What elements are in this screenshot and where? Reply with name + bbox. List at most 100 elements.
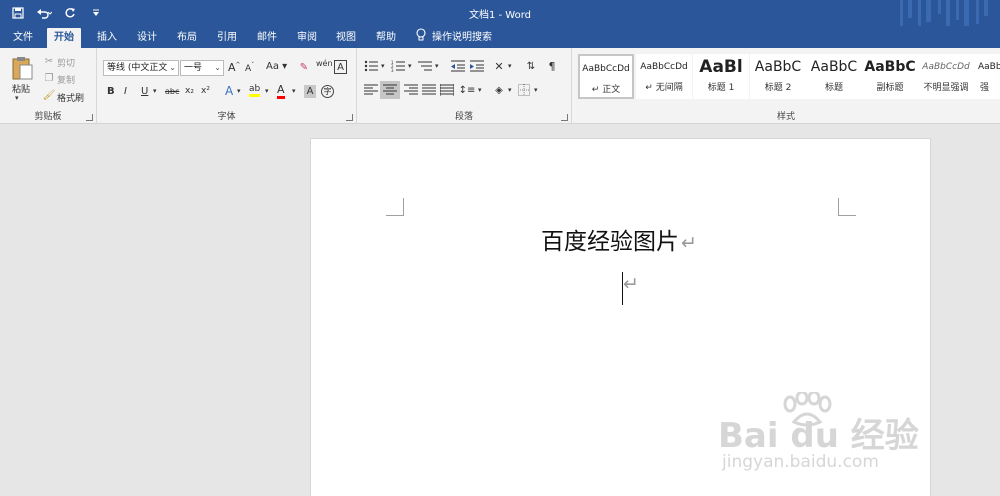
font-size-value: 一号: [184, 63, 203, 73]
asian-layout-dropdown-icon[interactable]: ▾: [508, 62, 512, 70]
copy-button[interactable]: 复制: [57, 73, 75, 86]
font-color-dropdown-icon[interactable]: ▾: [292, 87, 296, 95]
subscript-button[interactable]: x₂: [185, 86, 194, 96]
font-size-select[interactable]: 一号 ⌄: [180, 60, 224, 76]
align-center-icon[interactable]: [380, 81, 400, 99]
style-name: 副标题: [876, 83, 904, 93]
numbering-icon[interactable]: 123: [390, 59, 406, 73]
text-effects-dropdown-icon[interactable]: ▾: [237, 87, 241, 95]
shading-dropdown-icon[interactable]: ▾: [508, 86, 512, 94]
watermark-url: jingyan.baidu.com: [722, 452, 879, 472]
change-case-button[interactable]: Aa ▾: [266, 61, 287, 72]
shading-icon[interactable]: ◈: [491, 82, 507, 98]
numbering-dropdown-icon[interactable]: ▾: [408, 62, 412, 70]
tab-help[interactable]: 帮助: [369, 28, 403, 48]
style-emphasis[interactable]: AaBb 强: [974, 54, 1000, 99]
document-heading[interactable]: 百度经验图片 ↵: [541, 222, 697, 256]
style-subtitle[interactable]: AaBbC 副标题: [862, 54, 918, 99]
style-title[interactable]: AaBbC 标题: [806, 54, 862, 99]
superscript-button[interactable]: x²: [201, 86, 210, 96]
style-no-spacing[interactable]: AaBbCcDd ↵ 无间隔: [636, 54, 692, 99]
character-shading-button[interactable]: A: [304, 85, 316, 98]
style-preview: AaBbC: [810, 59, 858, 75]
style-name: ↵ 无间隔: [645, 83, 683, 93]
increase-indent-icon[interactable]: [469, 59, 485, 73]
multilevel-list-icon[interactable]: [417, 59, 433, 73]
tell-me-label: 操作说明搜索: [432, 32, 492, 43]
line-spacing-icon[interactable]: ↕≡: [459, 82, 476, 98]
grow-font-button[interactable]: A^: [228, 61, 241, 74]
font-group: 等线 (中文正文 ⌄ 一号 ⌄ A^ Aˇ Aa ▾ ✎ wén A B I U…: [97, 48, 357, 124]
paragraph-group: ▾ 123 ▾ ▾ ✕ ▾ ⇅ ¶ ↕≡ ▾ ◈ ▾ ▾ 段落: [357, 48, 572, 124]
lightbulb-icon: [416, 27, 426, 49]
copy-icon: ❐: [44, 72, 54, 84]
tell-me-search[interactable]: 操作说明搜索: [409, 27, 499, 49]
font-color-button[interactable]: A: [277, 83, 285, 99]
style-name: 标题: [824, 83, 843, 93]
italic-button[interactable]: I: [124, 86, 127, 97]
watermark-brand: Bai du 经验: [718, 416, 919, 456]
clipboard-launcher-icon[interactable]: [86, 114, 93, 121]
phonetic-guide-button[interactable]: wén: [316, 59, 333, 68]
paragraph-mark: ↵: [623, 273, 639, 295]
clipboard-group-label: 剪贴板: [34, 112, 62, 122]
paragraph-launcher-icon[interactable]: [561, 114, 568, 121]
clear-formatting-icon[interactable]: ✎: [297, 60, 311, 74]
format-painter-icon: 🖌: [42, 89, 56, 101]
distributed-icon[interactable]: [439, 83, 455, 97]
decrease-indent-icon[interactable]: [450, 59, 466, 73]
cut-button[interactable]: 剪切: [57, 56, 75, 69]
style-name: 强: [980, 83, 990, 93]
align-left-icon[interactable]: [363, 83, 379, 97]
format-painter-button[interactable]: 格式刷: [57, 91, 84, 104]
font-group-label: 字体: [217, 112, 236, 122]
bold-button[interactable]: B: [107, 86, 115, 97]
align-right-icon[interactable]: [403, 83, 419, 97]
tab-layout[interactable]: 布局: [170, 28, 204, 48]
justify-icon[interactable]: [421, 83, 437, 97]
highlight-dropdown-icon[interactable]: ▾: [265, 87, 269, 95]
tab-file[interactable]: 文件: [6, 28, 40, 48]
bullets-dropdown-icon[interactable]: ▾: [381, 62, 385, 70]
font-launcher-icon[interactable]: [346, 114, 353, 121]
font-name-value: 等线 (中文正文: [107, 63, 168, 73]
style-heading-1[interactable]: AaBl 标题 1: [693, 54, 749, 99]
ribbon-tabs: 文件 开始 插入 设计 布局 引用 邮件 审阅 视图 帮助 操作说明搜索: [0, 26, 1000, 48]
character-border-button[interactable]: A: [334, 60, 347, 74]
text-effects-button[interactable]: A: [225, 84, 233, 98]
show-formatting-marks-icon[interactable]: ¶: [545, 58, 559, 74]
style-preview: AaBb: [978, 62, 1000, 72]
line-spacing-dropdown-icon[interactable]: ▾: [478, 86, 482, 94]
strikethrough-button[interactable]: abc: [165, 87, 179, 96]
style-subtle-emphasis[interactable]: AaBbCcDd 不明显强调: [918, 54, 974, 99]
borders-dropdown-icon[interactable]: ▾: [534, 86, 538, 94]
bullets-icon[interactable]: [363, 59, 379, 73]
tab-review[interactable]: 审阅: [290, 28, 324, 48]
tab-design[interactable]: 设计: [130, 28, 164, 48]
style-heading-2[interactable]: AaBbC 标题 2: [750, 54, 806, 99]
style-preview: AaBbCcDd: [582, 64, 630, 74]
paste-dropdown-icon[interactable]: ▾: [15, 94, 19, 102]
tab-home[interactable]: 开始: [47, 28, 81, 48]
multilevel-dropdown-icon[interactable]: ▾: [435, 62, 439, 70]
ribbon: 粘贴 ▾ ✂ 剪切 ❐ 复制 🖌 格式刷 剪贴板 等线 (中文正文 ⌄ 一号 ⌄…: [0, 48, 1000, 124]
baidu-jingyan-watermark: Bai du 经验 jingyan.baidu.com: [718, 392, 948, 488]
underline-dropdown-icon[interactable]: ▾: [153, 87, 157, 95]
scissors-icon: ✂: [44, 55, 54, 67]
tab-mailings[interactable]: 邮件: [250, 28, 284, 48]
underline-button[interactable]: U: [141, 86, 148, 97]
enclose-characters-button[interactable]: 字: [321, 85, 334, 98]
tab-references[interactable]: 引用: [210, 28, 244, 48]
font-name-select[interactable]: 等线 (中文正文 ⌄: [103, 60, 179, 76]
sort-icon[interactable]: ⇅: [523, 58, 539, 74]
asian-layout-icon[interactable]: ✕: [491, 58, 507, 74]
style-preview: AaBbCcDd: [922, 62, 970, 72]
heading-text: 百度经验图片: [541, 229, 679, 255]
highlight-button[interactable]: ab: [249, 84, 261, 97]
tab-insert[interactable]: 插入: [90, 28, 124, 48]
tab-view[interactable]: 视图: [329, 28, 363, 48]
borders-icon[interactable]: [517, 83, 531, 97]
shrink-font-button[interactable]: Aˇ: [245, 62, 254, 74]
style-normal[interactable]: AaBbCcDd ↵ 正文: [578, 54, 634, 99]
paste-icon[interactable]: [8, 54, 36, 82]
